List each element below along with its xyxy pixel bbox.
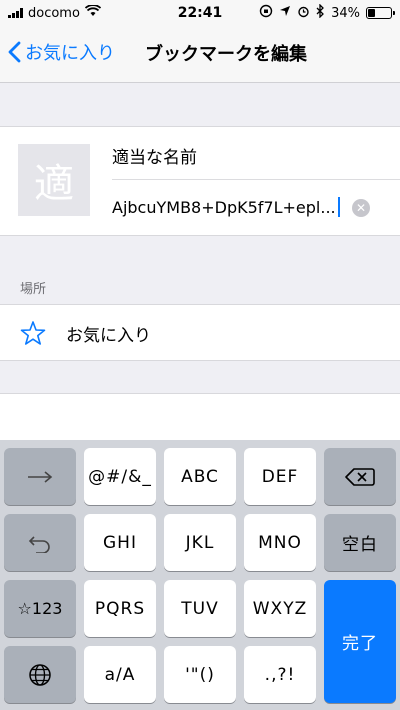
back-button[interactable]: お気に入り [8, 39, 115, 65]
key-next-arrow[interactable] [4, 448, 76, 505]
field-divider [112, 179, 400, 180]
globe-icon [29, 663, 51, 686]
key-mno[interactable]: MNO [244, 514, 316, 571]
key-globe[interactable] [4, 646, 76, 703]
key-ghi[interactable]: GHI [84, 514, 156, 571]
key-symbols[interactable]: @#/&_ [84, 448, 156, 505]
key-space[interactable]: 空白 [324, 514, 396, 571]
battery-icon [366, 7, 395, 19]
key-jkl[interactable]: JKL [164, 514, 236, 571]
bookmark-card: 適 適当な名前 AjbcuYMB8+DpK5f7L+epl... ✕ [0, 126, 400, 236]
key-def[interactable]: DEF [244, 448, 316, 505]
key-pqrs[interactable]: PQRS [84, 580, 156, 637]
alarm-icon [297, 5, 310, 22]
star-icon [20, 321, 46, 345]
bookmark-name-field[interactable]: 適当な名前 [112, 143, 197, 168]
battery-percent: 34% [331, 5, 360, 21]
key-case-toggle[interactable]: a/A [84, 646, 156, 703]
undo-icon [28, 535, 50, 553]
text-cursor [337, 197, 340, 217]
bookmark-url-field[interactable]: AjbcuYMB8+DpK5f7L+epl... [112, 197, 340, 217]
location-icon [279, 5, 291, 21]
key-quotes[interactable]: '"() [164, 646, 236, 703]
key-abc[interactable]: ABC [164, 448, 236, 505]
clear-text-button[interactable]: ✕ [352, 199, 370, 217]
chevron-left-icon [8, 41, 21, 63]
arrow-right-icon [28, 470, 53, 483]
key-done[interactable]: 完了 [324, 580, 396, 703]
location-section-label: 場所 [20, 282, 47, 297]
key-tuv[interactable]: TUV [164, 580, 236, 637]
keyboard: @#/&_ ABC DEF GHI JKL MNO 空白 ☆123 PQRS T… [0, 440, 400, 710]
back-label: お気に入り [25, 43, 115, 64]
status-bar: docomo 22:41 34% [0, 0, 400, 26]
delete-icon [345, 467, 375, 486]
bluetooth-icon [316, 3, 325, 22]
key-punctuation[interactable]: .,?! [244, 646, 316, 703]
key-delete[interactable] [324, 448, 396, 505]
content-area [0, 393, 400, 441]
location-folder-label: お気に入り [66, 326, 151, 346]
url-text: AjbcuYMB8+DpK5f7L+epl... [112, 197, 336, 217]
navigation-bar: お気に入り ブックマークを編集 [0, 26, 400, 83]
key-wxyz[interactable]: WXYZ [244, 580, 316, 637]
key-undo[interactable] [4, 514, 76, 571]
key-number-mode[interactable]: ☆123 [4, 580, 76, 637]
page-title: ブックマークを編集 [145, 44, 307, 65]
location-folder-row[interactable]: お気に入り [0, 304, 400, 361]
bookmark-thumbnail: 適 [18, 144, 90, 216]
orientation-lock-icon [259, 4, 273, 22]
